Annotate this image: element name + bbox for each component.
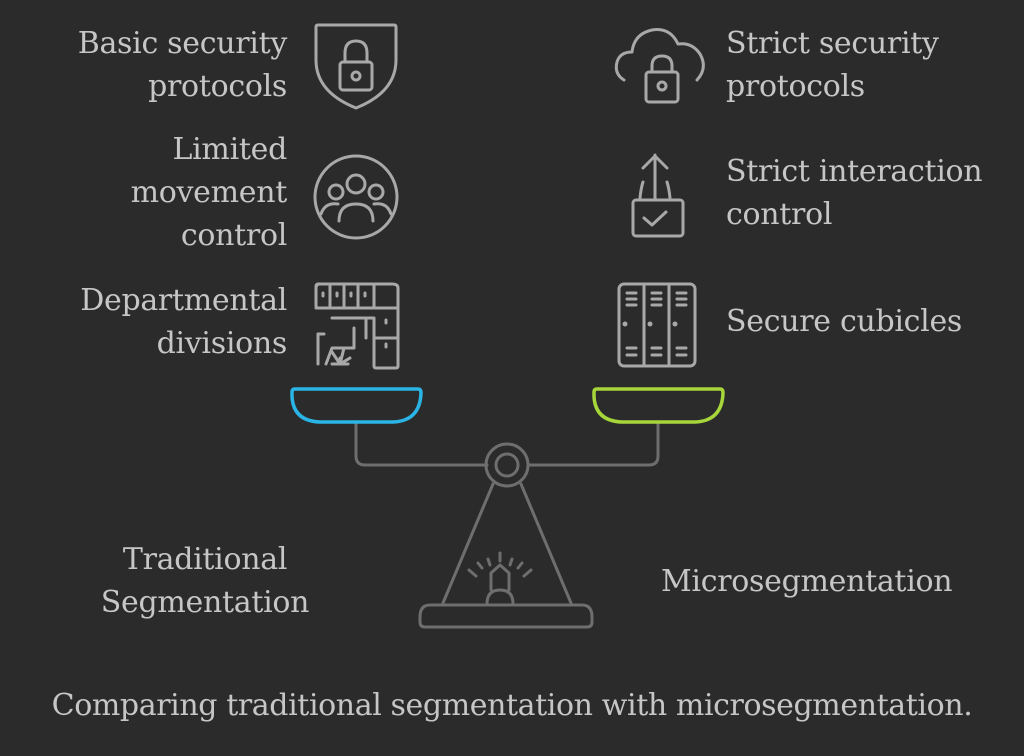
left-pan [290,387,423,424]
scale-base [418,603,594,629]
alarm-light-icon [489,563,511,592]
scale-stand [519,482,573,605]
scale-stand [441,482,495,605]
scale-beam [354,421,489,467]
scale-pivot-inner [494,452,520,478]
scale-pivot [484,442,530,488]
scale-beam [527,421,660,467]
caption: Comparing traditional segmentation with … [51,688,973,723]
balance-scale [290,387,725,629]
right-pan [592,387,725,424]
